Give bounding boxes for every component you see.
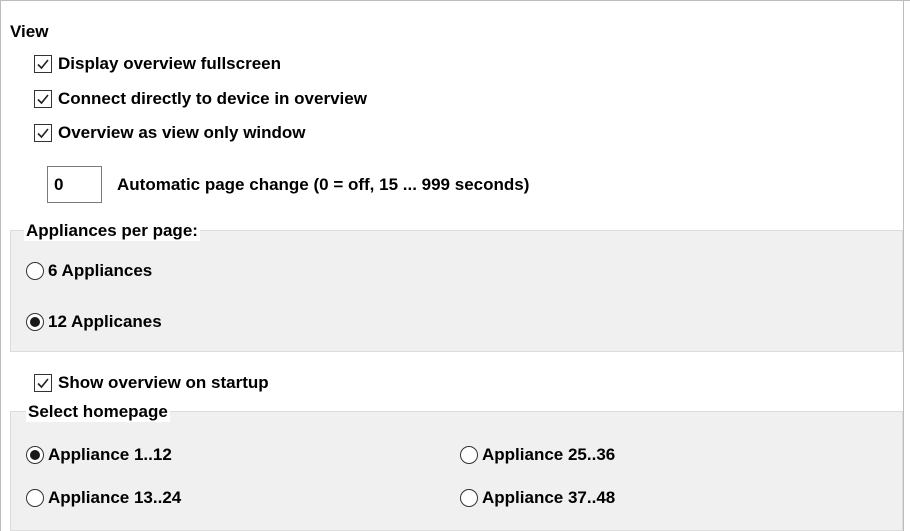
- six-appliances-radio[interactable]: 6 Appliances: [26, 259, 152, 283]
- select-homepage-title: Select homepage: [26, 402, 170, 422]
- appliances-per-page-title: Appliances per page:: [24, 221, 200, 241]
- radio-dot-icon: [30, 317, 40, 327]
- homepage-25-36-label: Appliance 25..36: [482, 445, 616, 464]
- view-only-window-label: Overview as view only window: [58, 123, 306, 142]
- radio-unselected-icon[interactable]: [460, 489, 478, 507]
- radio-selected-icon[interactable]: [26, 313, 44, 331]
- radio-unselected-icon[interactable]: [26, 262, 44, 280]
- view-only-window-checkbox[interactable]: Overview as view only window: [34, 121, 306, 145]
- radio-dot-icon: [30, 450, 40, 460]
- display-fullscreen-checkbox[interactable]: Display overview fullscreen: [34, 52, 281, 76]
- radio-selected-icon[interactable]: [26, 446, 44, 464]
- homepage-37-48-radio[interactable]: Appliance 37..48: [460, 486, 615, 510]
- homepage-37-48-label: Appliance 37..48: [482, 488, 616, 507]
- panel-right-border: [903, 0, 904, 531]
- select-homepage-group: [10, 411, 903, 531]
- homepage-1-12-label: Appliance 1..12: [48, 445, 172, 464]
- auto-page-change-input[interactable]: [47, 166, 102, 203]
- display-fullscreen-label: Display overview fullscreen: [58, 54, 281, 73]
- panel-left-border: [0, 0, 1, 531]
- radio-unselected-icon[interactable]: [460, 446, 478, 464]
- auto-page-change-label: Automatic page change (0 = off, 15 ... 9…: [117, 175, 530, 194]
- checkbox-checked-icon[interactable]: [34, 55, 52, 73]
- checkbox-checked-icon[interactable]: [34, 374, 52, 392]
- show-on-startup-label: Show overview on startup: [58, 373, 269, 392]
- connect-directly-checkbox[interactable]: Connect directly to device in overview: [34, 87, 367, 111]
- homepage-1-12-radio[interactable]: Appliance 1..12: [26, 443, 172, 467]
- connect-directly-label: Connect directly to device in overview: [58, 89, 367, 108]
- checkbox-checked-icon[interactable]: [34, 90, 52, 108]
- homepage-13-24-label: Appliance 13..24: [48, 488, 182, 507]
- show-on-startup-checkbox[interactable]: Show overview on startup: [34, 371, 269, 395]
- homepage-13-24-radio[interactable]: Appliance 13..24: [26, 486, 181, 510]
- checkbox-checked-icon[interactable]: [34, 124, 52, 142]
- radio-unselected-icon[interactable]: [26, 489, 44, 507]
- six-appliances-label: 6 Appliances: [48, 261, 153, 280]
- panel-top-border: [0, 0, 910, 1]
- twelve-appliances-radio[interactable]: 12 Applicanes: [26, 310, 162, 334]
- view-section-title: View: [10, 22, 49, 41]
- homepage-25-36-radio[interactable]: Appliance 25..36: [460, 443, 615, 467]
- twelve-appliances-label: 12 Applicanes: [48, 312, 162, 331]
